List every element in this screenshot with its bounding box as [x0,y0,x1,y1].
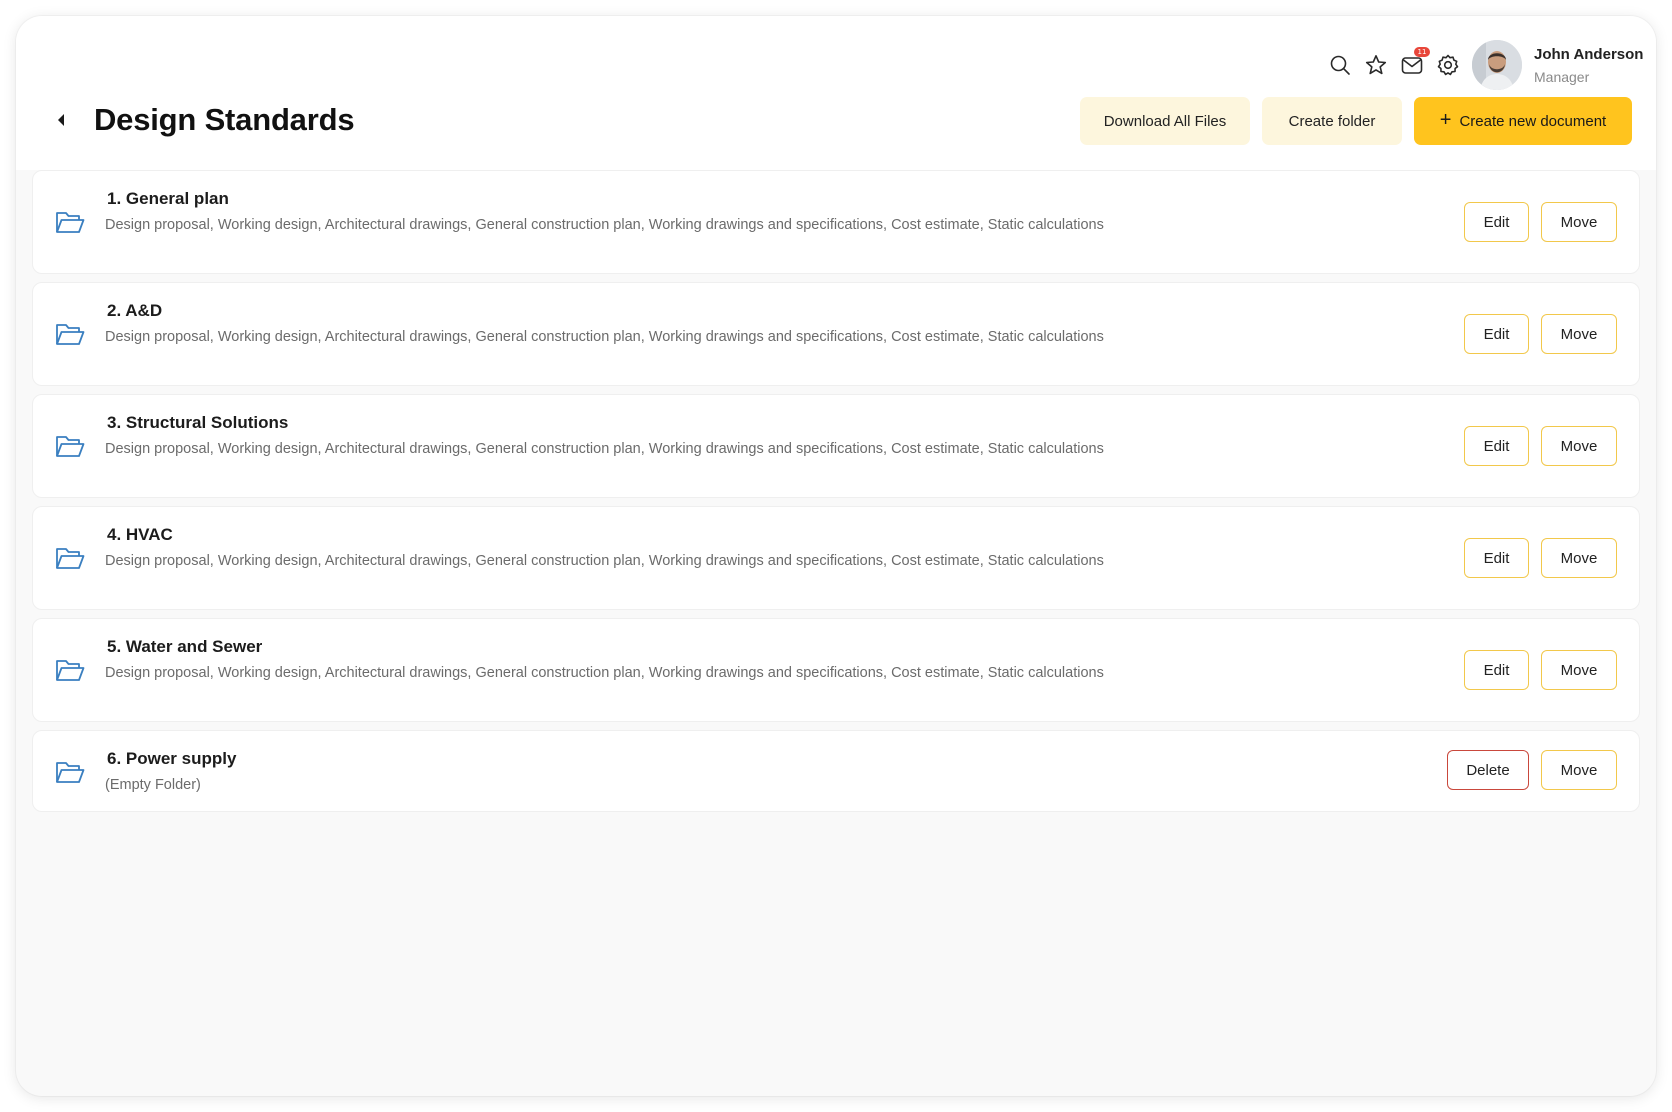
top-bar: 11 John Anderson Manager Design Standard… [16,16,1656,170]
folder-title[interactable]: 4. HVAC [107,525,173,545]
folder-description: Design proposal, Working design, Archite… [105,329,1104,345]
folder-title[interactable]: 5. Water and Sewer [107,637,262,657]
app-window: 11 John Anderson Manager Design Standard… [16,16,1656,1096]
edit-button[interactable]: Edit [1464,426,1529,466]
avatar[interactable] [1472,40,1522,90]
row-actions: Edit Move [1464,202,1617,242]
create-folder-button[interactable]: Create folder [1262,97,1402,145]
folder-open-icon [56,548,85,569]
folder-description: Design proposal, Working design, Archite… [105,217,1104,233]
folder-title[interactable]: 2. A&D [107,301,162,321]
folder-row[interactable]: 4. HVAC Design proposal, Working design,… [32,506,1640,610]
folder-open-icon [56,436,85,457]
move-button[interactable]: Move [1541,750,1617,790]
folder-open-icon [56,212,85,233]
create-new-document-label: Create new document [1459,112,1607,130]
page-title: Design Standards [94,102,355,137]
star-icon [1365,54,1387,75]
move-button[interactable]: Move [1541,650,1617,690]
user-role: Manager [1534,68,1590,85]
folder-open-icon [56,762,85,783]
user-name: John Anderson [1534,45,1644,63]
user-profile[interactable]: John Anderson Manager [1472,40,1643,90]
empty-folder-label: (Empty Folder) [105,777,201,793]
back-button[interactable] [46,105,76,135]
messages-button[interactable]: 11 [1400,47,1430,78]
folder-description: Design proposal, Working design, Archite… [105,553,1104,569]
folder-row[interactable]: 3. Structural Solutions Design proposal,… [32,394,1640,498]
download-all-files-button[interactable]: Download All Files [1080,97,1250,145]
avatar-image [1472,40,1522,90]
edit-button[interactable]: Edit [1464,314,1529,354]
back-arrow-icon [58,114,64,126]
title-row: Design Standards [46,102,355,138]
search-icon [1330,55,1350,75]
move-button[interactable]: Move [1541,538,1617,578]
header-icons: 11 [1328,47,1460,78]
edit-button[interactable]: Edit [1464,202,1529,242]
edit-button[interactable]: Edit [1464,538,1529,578]
notification-badge: 11 [1414,47,1430,57]
folder-title[interactable]: 6. Power supply [107,749,236,769]
row-actions: Delete Move [1447,750,1617,790]
edit-button[interactable]: Edit [1464,650,1529,690]
move-button[interactable]: Move [1541,314,1617,354]
gear-icon [1437,54,1459,76]
favorites-button[interactable] [1364,52,1388,78]
folder-title[interactable]: 1. General plan [107,189,229,209]
folder-description: Design proposal, Working design, Archite… [105,665,1104,681]
search-button[interactable] [1328,52,1352,78]
folder-open-icon [56,660,85,681]
row-actions: Edit Move [1464,314,1617,354]
row-actions: Edit Move [1464,538,1617,578]
move-button[interactable]: Move [1541,426,1617,466]
folder-title[interactable]: 3. Structural Solutions [107,413,288,433]
folder-description: Design proposal, Working design, Archite… [105,441,1104,457]
move-button[interactable]: Move [1541,202,1617,242]
folder-list: 1. General plan Design proposal, Working… [32,170,1640,820]
row-actions: Edit Move [1464,426,1617,466]
delete-button[interactable]: Delete [1447,750,1529,790]
folder-row[interactable]: 6. Power supply (Empty Folder) Delete Mo… [32,730,1640,812]
page-actions: Download All Files Create folder + Creat… [1080,97,1632,145]
plus-icon: + [1439,109,1452,131]
folder-row[interactable]: 2. A&D Design proposal, Working design, … [32,282,1640,386]
folder-row[interactable]: 5. Water and Sewer Design proposal, Work… [32,618,1640,722]
folder-row[interactable]: 1. General plan Design proposal, Working… [32,170,1640,274]
folder-open-icon [56,324,85,345]
row-actions: Edit Move [1464,650,1617,690]
settings-button[interactable] [1436,52,1460,78]
create-new-document-button[interactable]: + Create new document [1414,97,1632,145]
